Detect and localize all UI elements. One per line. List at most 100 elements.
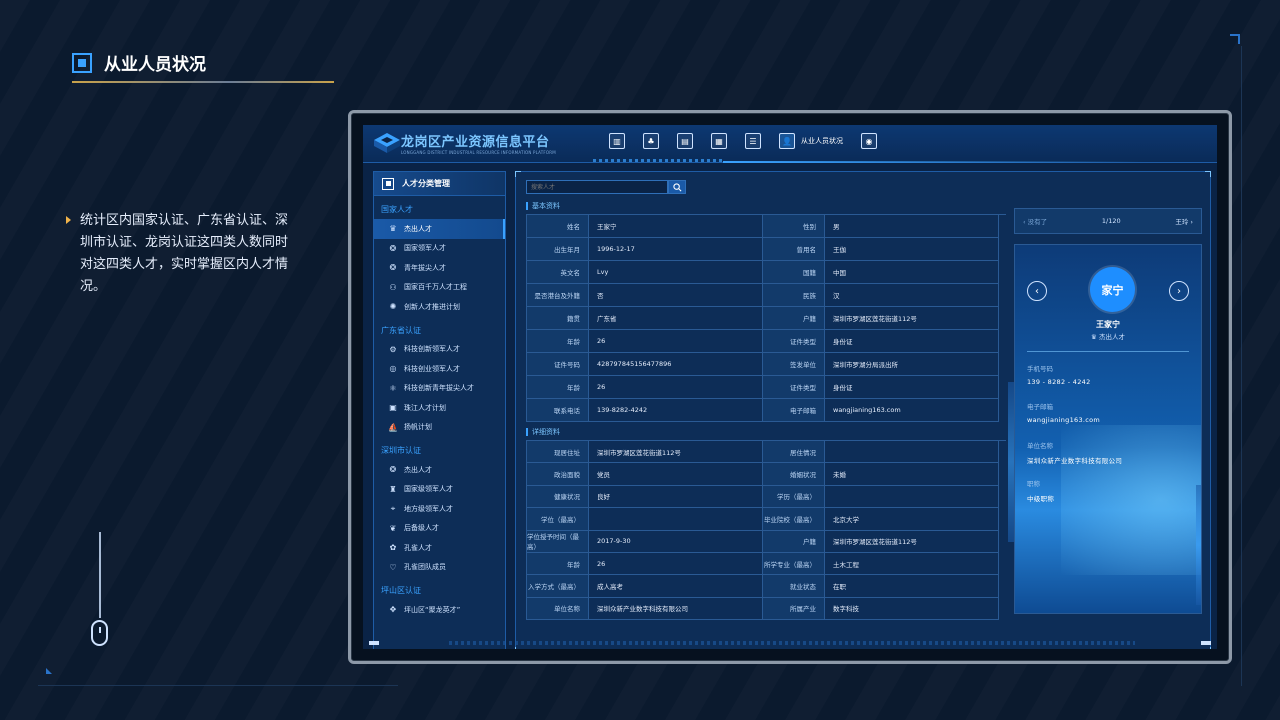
- field-value: 数字科技: [825, 597, 999, 621]
- table-row: 出生年月 1996-12-17 曾用名 王伽: [527, 238, 1006, 261]
- profile-rank-label: 职称: [1027, 480, 1040, 488]
- panel-corner: [515, 647, 521, 649]
- footer-decoration: [369, 641, 379, 645]
- field-value: 党员: [589, 463, 763, 486]
- profile-phone: 139 - 8282 - 4242: [1027, 378, 1091, 386]
- table-row: 政治面貌 党员 婚姻状况 未婚: [527, 463, 1006, 486]
- sidebar-item[interactable]: ⚇ 国家百千万人才工程: [374, 278, 505, 298]
- table-row: 年龄 26 证件类型 身份证: [527, 376, 1006, 399]
- panel-corner: [515, 171, 521, 177]
- field-value: 深圳众新产业数字科技有限公司: [589, 597, 763, 621]
- dragon-icon: ✥: [389, 605, 397, 615]
- field-label: 单位名称: [527, 597, 589, 621]
- section-title-detail: 详细资料: [526, 428, 560, 436]
- sidebar-item[interactable]: ♜ 国家级领军人才: [374, 480, 505, 500]
- field-label: 出生年月: [527, 238, 589, 261]
- field-label: 入学方式（最高）: [527, 575, 589, 598]
- chevron-left-icon[interactable]: ‹: [1027, 281, 1047, 301]
- nav-item-staff[interactable]: 👤 从业人员状况: [779, 133, 843, 149]
- sidebar-item[interactable]: ❂ 青年拔尖人才: [374, 258, 505, 278]
- nav-item-label: 从业人员状况: [801, 137, 843, 145]
- panel-decoration: [1196, 485, 1201, 605]
- profile-card: ‹ 家宁 › 王家宁 ♛ 杰出人才 手机号码 139 - 8282 - 4242…: [1014, 244, 1202, 614]
- sidebar-item[interactable]: ✿ 孔雀人才: [374, 538, 505, 558]
- frame-line: [38, 685, 398, 686]
- app-title: 龙岗区产业资源信息平台: [401, 135, 550, 150]
- field-label: 学位授予时间（最高）: [527, 530, 589, 553]
- field-value: 139-8282-4242: [589, 399, 763, 422]
- table-row: 证件号码 428797845156477896 签发单位 深圳市罗湖分局派出所: [527, 353, 1006, 376]
- sidebar-item[interactable]: ⛵ 扬帆计划: [374, 418, 505, 438]
- field-value: 土木工程: [825, 552, 999, 576]
- search-input[interactable]: [526, 180, 668, 194]
- sidebar-item[interactable]: ❦ 后备级人才: [374, 519, 505, 539]
- sidebar-item[interactable]: ❂ 杰出人才: [374, 460, 505, 480]
- pager-prev[interactable]: ‹ 没有了: [1023, 216, 1047, 226]
- field-label: 证件号码: [527, 353, 589, 376]
- field-value: 男: [825, 215, 999, 238]
- sail-icon: ⛵: [388, 422, 398, 432]
- table-row: 姓名 王家宁 性别男: [527, 215, 1006, 238]
- field-value: 成人高考: [589, 575, 763, 598]
- location-icon: ⌖: [390, 503, 396, 513]
- bar-chart-icon[interactable]: ▥: [609, 133, 625, 149]
- seedling-icon: ❦: [389, 523, 397, 533]
- footer-decoration: [449, 641, 1135, 645]
- sidebar-item[interactable]: ⌖ 地方级领军人才: [374, 499, 505, 519]
- field-label: 学历（最高）: [763, 485, 825, 509]
- sidebar-item[interactable]: ⚛ 科技创新青年拔尖人才: [374, 379, 505, 399]
- sidebar-item[interactable]: ♛ 杰出人才: [374, 219, 505, 239]
- table-row: 年龄 26 所学专业（最高） 土木工程: [527, 552, 1006, 576]
- field-value: 身份证: [825, 376, 999, 399]
- sidebar-item[interactable]: ❂ 国家领军人才: [374, 239, 505, 259]
- slide-title-text: 从业人员状况: [104, 55, 206, 75]
- field-value: 26: [589, 552, 763, 576]
- sidebar-item[interactable]: ◎ 科技创业领军人才: [374, 359, 505, 379]
- main-panel: 基本资料 姓名王家宁性别男出生年月1996-12-17曾用名王伽英文名Lvy国籍…: [515, 171, 1211, 649]
- field-value: [589, 508, 763, 531]
- field-value: 深圳市罗湖分局派出所: [825, 353, 999, 376]
- pager-next[interactable]: 王玲 ›: [1175, 216, 1193, 226]
- table-row: 单位名称 深圳众新产业数字科技有限公司 所属产业 数字科技: [527, 597, 1006, 621]
- field-label: 现居住址: [527, 441, 589, 464]
- chevron-right-icon[interactable]: ›: [1169, 281, 1189, 301]
- field-label: 户籍: [763, 530, 825, 553]
- crown-icon: ♛: [389, 224, 397, 234]
- field-label: 就业状态: [763, 575, 825, 598]
- field-value: 26: [589, 330, 763, 353]
- sidebar-item[interactable]: ▣ 珠江人才计划: [374, 398, 505, 418]
- field-value: [825, 485, 999, 509]
- frame-line: [1241, 46, 1242, 686]
- field-label: 学位（最高）: [527, 508, 589, 531]
- field-value: 深圳市罗湖区莲花街道112号: [589, 441, 763, 464]
- card-glow: [1061, 425, 1201, 575]
- sidebar-group-label: 广东省认证: [381, 325, 421, 335]
- field-value: 26: [589, 376, 763, 399]
- list-icon[interactable]: ☰: [745, 133, 761, 149]
- field-label: 联系电话: [527, 399, 589, 422]
- document-icon[interactable]: ▤: [677, 133, 693, 149]
- sidebar-item[interactable]: ✺ 创新人才推进计划: [374, 297, 505, 317]
- cluster-icon[interactable]: ♣: [643, 133, 659, 149]
- field-label: 婚姻状况: [763, 463, 825, 486]
- sidebar-item[interactable]: ✥ 坪山区“聚龙英才”: [374, 600, 505, 620]
- search-button[interactable]: [668, 180, 686, 194]
- header-decoration: [593, 159, 723, 162]
- field-label: 籍贯: [527, 307, 589, 330]
- building-icon[interactable]: ▦: [711, 133, 727, 149]
- field-label: 曾用名: [763, 238, 825, 261]
- field-label: 户籍: [763, 307, 825, 330]
- lightbulb-icon[interactable]: ◉: [861, 133, 877, 149]
- sidebar-item[interactable]: ♡ 孔雀团队成员: [374, 558, 505, 578]
- field-label: 民族: [763, 284, 825, 307]
- pager: ‹ 没有了 1/120 王玲 ›: [1014, 208, 1202, 234]
- table-row: 健康状况 良好 学历（最高）: [527, 485, 1006, 509]
- medal-icon: ❂: [389, 263, 397, 273]
- sidebar-group-label: 国家人才: [381, 205, 413, 214]
- field-value: 否: [589, 284, 763, 307]
- field-label: 所属产业: [763, 597, 825, 621]
- square-icon: [382, 177, 394, 190]
- category-sidebar: 人才分类管理 国家人才 ♛ 杰出人才 ❂ 国家领军人才 ❂ 青年拔尖人才 ⚇ 国家百千万…: [373, 171, 506, 649]
- sidebar-item[interactable]: ⚙ 科技创新领军人才: [374, 340, 505, 360]
- panel-corner: [1205, 171, 1211, 177]
